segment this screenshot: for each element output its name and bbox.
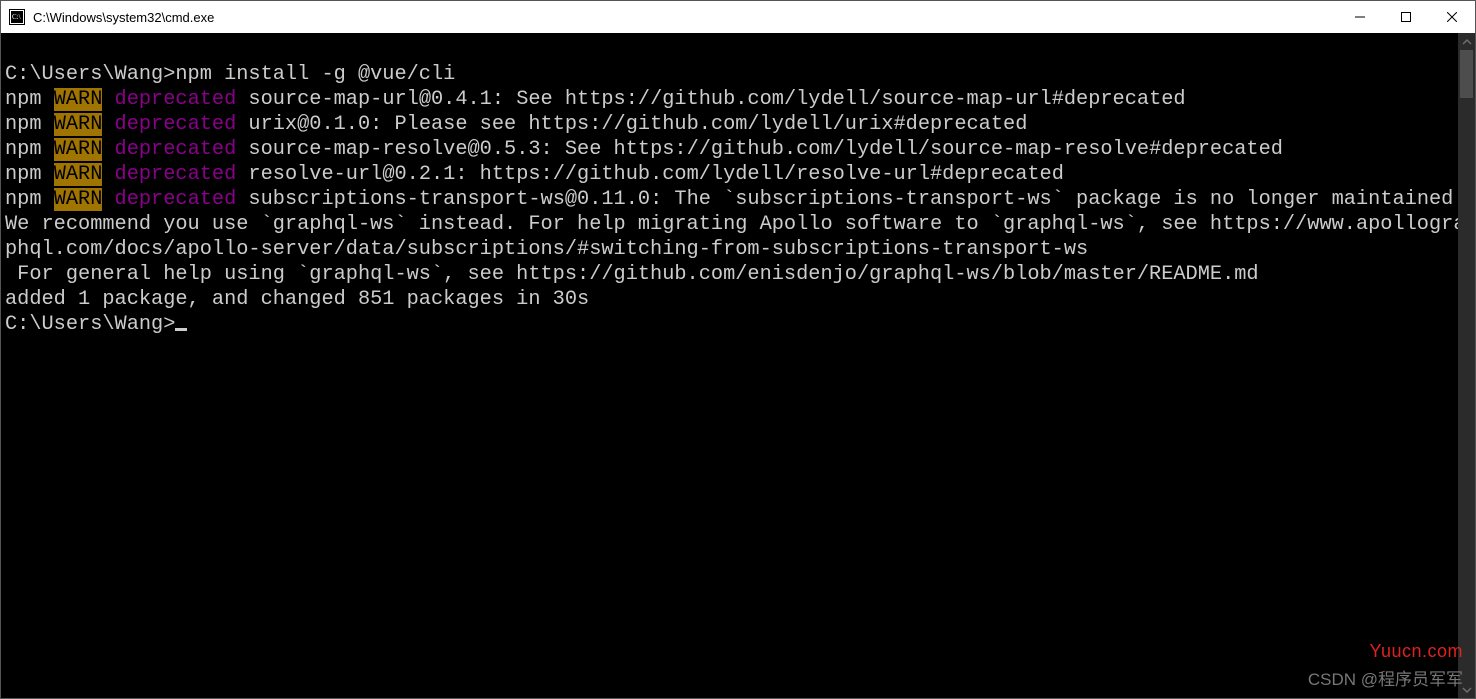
prompt-line: C:\Users\Wang> — [5, 312, 1475, 337]
warn-text: resolve-url@0.2.1: https://github.com/ly… — [236, 163, 1064, 186]
minimize-button[interactable] — [1337, 1, 1383, 33]
npm-label: npm — [5, 188, 54, 211]
deprecated-label: deprecated — [102, 163, 236, 186]
warn-badge: WARN — [54, 88, 103, 111]
terminal-output[interactable]: C:\Users\Wang>npm install -g @vue/clinpm… — [1, 33, 1475, 698]
warn-line-2: npm WARN deprecated urix@0.1.0: Please s… — [5, 112, 1475, 137]
npm-label: npm — [5, 163, 54, 186]
scrollbar-track[interactable] — [1458, 50, 1475, 681]
npm-label: npm — [5, 138, 54, 161]
warn-badge: WARN — [54, 163, 103, 186]
npm-label: npm — [5, 88, 54, 111]
warn-line-1: npm WARN deprecated source-map-url@0.4.1… — [5, 87, 1475, 112]
npm-label: npm — [5, 113, 54, 136]
cmd-icon: C:\ — [9, 9, 25, 25]
titlebar[interactable]: C:\ C:\Windows\system32\cmd.exe — [1, 1, 1475, 33]
prompt: C:\Users\Wang> — [5, 63, 175, 86]
warn-badge: WARN — [54, 113, 103, 136]
cmd-window: C:\ C:\Windows\system32\cmd.exe C:\Users… — [0, 0, 1476, 699]
watermark-site: Yuucn.com — [1369, 641, 1463, 662]
vertical-scrollbar[interactable] — [1458, 33, 1475, 698]
close-button[interactable] — [1429, 1, 1475, 33]
prompt: C:\Users\Wang> — [5, 313, 175, 336]
maximize-button[interactable] — [1383, 1, 1429, 33]
deprecated-label: deprecated — [102, 138, 236, 161]
warn-line-5: npm WARN deprecated subscriptions-transp… — [5, 187, 1475, 287]
deprecated-label: deprecated — [102, 113, 236, 136]
scroll-up-button[interactable] — [1458, 33, 1475, 50]
warn-badge: WARN — [54, 138, 103, 161]
watermark-author: CSDN @程序员军军 — [1308, 665, 1463, 690]
command-line: C:\Users\Wang>npm install -g @vue/cli — [5, 62, 1475, 87]
cursor — [175, 328, 187, 331]
warn-badge: WARN — [54, 188, 103, 211]
typed-command: npm install -g @vue/cli — [175, 63, 455, 86]
terminal-blank-top — [5, 37, 1475, 62]
deprecated-label: deprecated — [102, 88, 236, 111]
warn-text: source-map-url@0.4.1: See https://github… — [236, 88, 1185, 111]
warn-text: source-map-resolve@0.5.3: See https://gi… — [236, 138, 1283, 161]
svg-text:C:\: C:\ — [12, 13, 21, 21]
deprecated-label: deprecated — [102, 188, 236, 211]
window-title: C:\Windows\system32\cmd.exe — [33, 10, 214, 25]
scrollbar-thumb[interactable] — [1460, 50, 1473, 98]
result-line: added 1 package, and changed 851 package… — [5, 287, 1475, 312]
warn-line-3: npm WARN deprecated source-map-resolve@0… — [5, 137, 1475, 162]
warn-line-4: npm WARN deprecated resolve-url@0.2.1: h… — [5, 162, 1475, 187]
warn-text: urix@0.1.0: Please see https://github.co… — [236, 113, 1027, 136]
